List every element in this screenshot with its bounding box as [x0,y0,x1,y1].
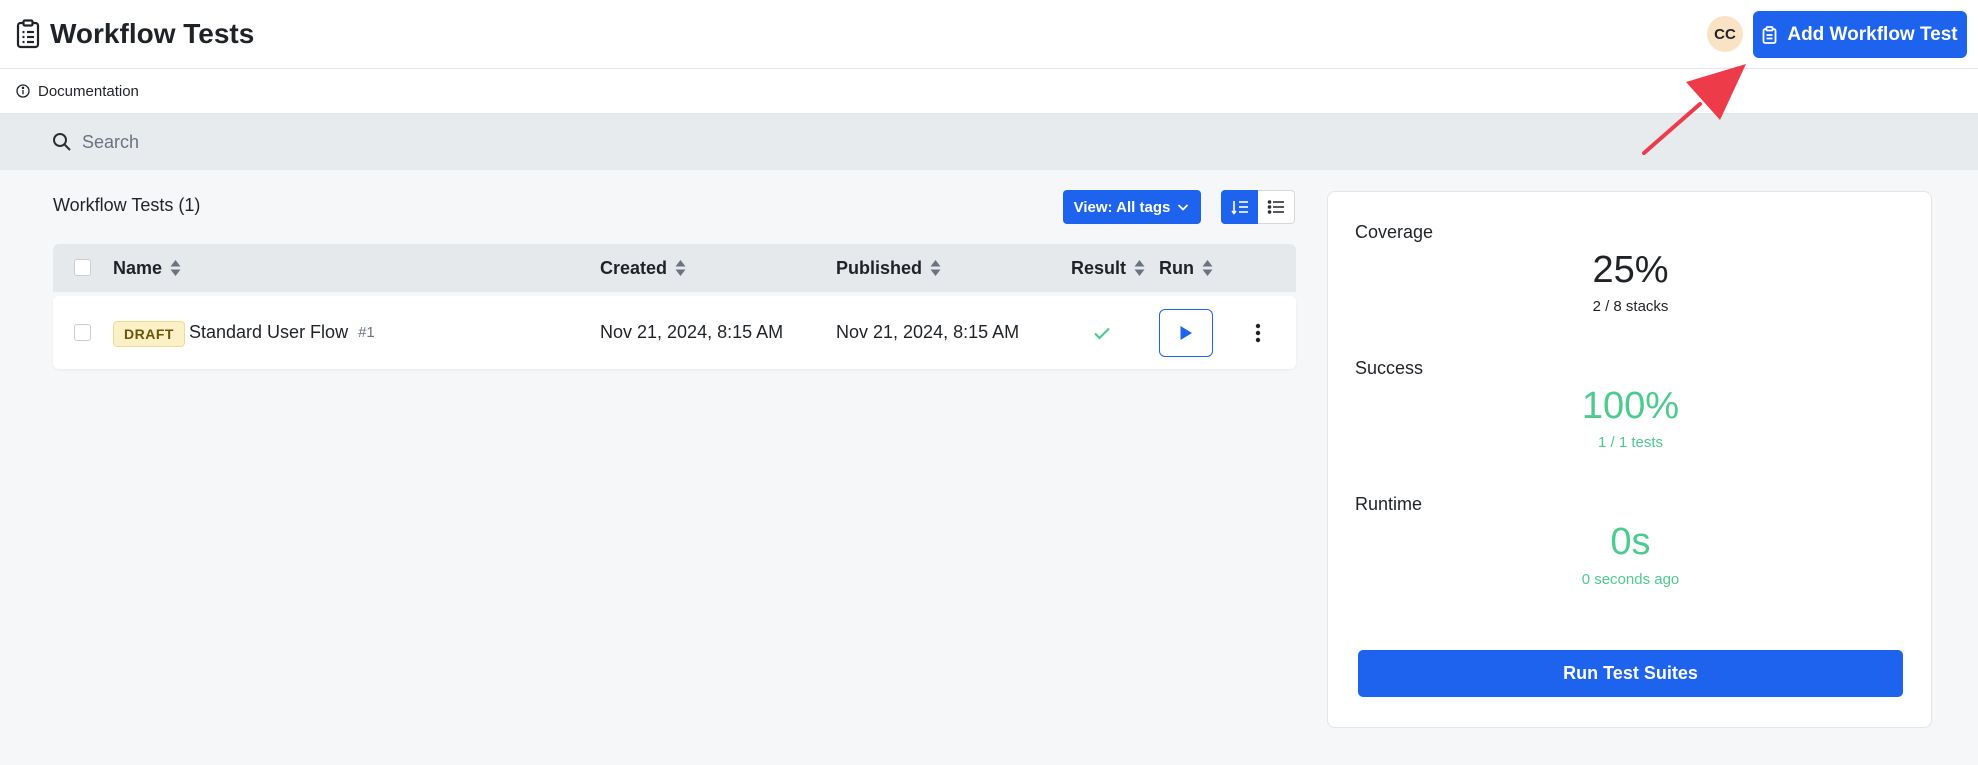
run-test-button[interactable] [1159,309,1213,357]
clipboard-icon [1762,25,1777,44]
search-icon [52,132,72,152]
list-title: Workflow Tests (1) [53,195,201,215]
add-workflow-test-label: Add Workflow Test [1787,23,1958,45]
view-mode-toggle [1221,190,1295,224]
select-all-checkbox[interactable] [74,259,91,276]
status-badge: DRAFT [113,321,185,347]
chevron-down-icon [1176,200,1190,214]
add-workflow-test-button[interactable]: Add Workflow Test [1753,11,1967,58]
column-header-run[interactable]: Run [1159,244,1213,292]
sort-icon [1134,259,1145,277]
sort-icon [1202,259,1213,277]
sort-icon [170,259,181,277]
column-header-created[interactable]: Created [600,244,686,292]
published-date: Nov 21, 2024, 8:15 AM [836,322,1020,342]
run-test-suites-button[interactable]: Run Test Suites [1358,650,1903,697]
sort-icon [675,259,686,277]
row-menu-button[interactable] [1247,320,1269,346]
view-filter-label: View: All tags [1073,198,1171,216]
sort-icon [930,259,941,277]
search-input[interactable] [82,131,682,153]
info-circle-icon [16,84,30,98]
created-date: Nov 21, 2024, 8:15 AM [600,322,784,342]
play-icon [1179,325,1193,341]
runtime-value: 0s [1610,521,1651,563]
stats-card: Coverage 25% 2 / 8 stacks Success 100% 1… [1327,191,1932,728]
coverage-sub: 2 / 8 stacks [1592,298,1669,315]
row-select-checkbox[interactable] [74,324,91,341]
success-label: Success [1355,358,1424,378]
column-header-name[interactable]: Name [113,244,181,292]
avatar[interactable]: CC [1707,16,1743,52]
unordered-list-icon [1267,199,1285,215]
documentation-link[interactable]: Documentation [38,83,139,100]
column-result-label: Result [1071,257,1127,278]
view-tags-filter-button[interactable]: View: All tags [1063,190,1201,224]
runtime-sub: 0 seconds ago [1581,571,1680,588]
test-name-link[interactable]: Standard User Flow [189,322,348,343]
column-run-label: Run [1159,257,1194,278]
ordered-view-toggle[interactable] [1221,190,1258,224]
table-row[interactable]: DRAFT Standard User Flow #1 Nov 21, 2024… [53,296,1296,369]
check-icon [1093,326,1111,340]
kebab-menu-icon [1255,323,1261,343]
result-cell [1093,296,1111,369]
table-header: Name Created Published Result Run [53,244,1296,292]
page-title: Workflow Tests [50,18,255,49]
success-value: 100% [1581,385,1680,427]
list-view-toggle[interactable] [1258,190,1295,224]
arrow-icon [1630,52,1750,158]
test-number: #1 [358,324,375,341]
coverage-label: Coverage [1355,222,1434,242]
column-header-published[interactable]: Published [836,244,941,292]
column-header-result[interactable]: Result [1071,244,1145,292]
column-published-label: Published [836,257,923,278]
success-sub: 1 / 1 tests [1597,434,1664,451]
runtime-label: Runtime [1355,494,1423,514]
column-name-label: Name [113,257,163,278]
clipboard-list-icon [16,19,40,49]
ordered-list-icon [1230,199,1249,215]
title-group: Workflow Tests [16,17,254,51]
coverage-value: 25% [1592,249,1669,291]
column-created-label: Created [600,257,668,278]
test-name-cell: Standard User Flow #1 [189,296,375,369]
